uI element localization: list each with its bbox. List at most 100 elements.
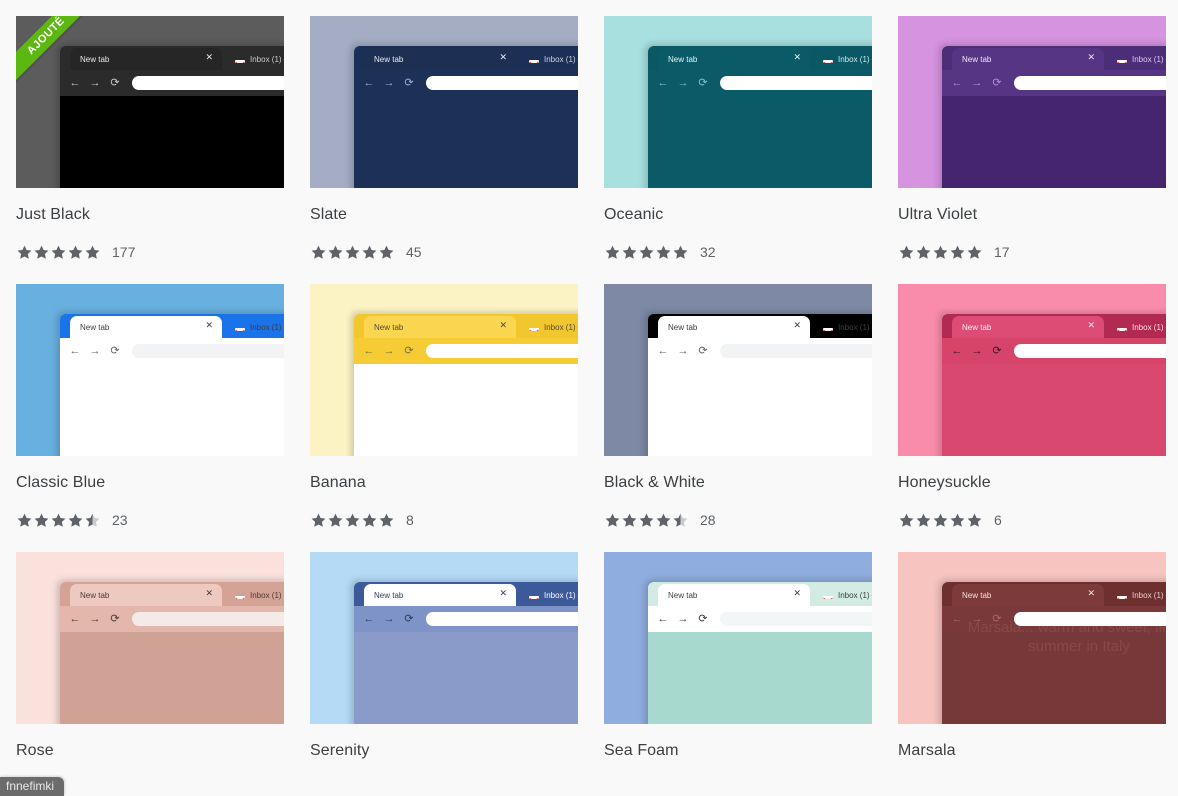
star-icon	[67, 512, 84, 528]
theme-title[interactable]: Ultra Violet	[898, 206, 1166, 224]
star-icon	[949, 512, 966, 528]
omnibox	[132, 344, 284, 358]
star-rating	[16, 244, 101, 260]
reload-icon: ⟳	[698, 345, 708, 357]
gmail-icon	[235, 591, 245, 599]
mini-browser-mock: New tab ✕ Inbox (1) – mail@g ← → ⟳	[60, 314, 284, 456]
rating-count: 177	[112, 244, 136, 260]
omnibox	[1014, 344, 1166, 358]
mini-tab-active: New tab ✕	[364, 584, 516, 606]
theme-card[interactable]: AJOUTÉNew tab✕Inbox (1) – mail@g←→⟳Rose	[16, 552, 284, 760]
mini-browser-mock: New tab ✕ Inbox (1) – mail@g ← → ⟳	[354, 314, 578, 456]
forward-icon: →	[971, 77, 983, 89]
theme-title[interactable]: Rose	[16, 742, 284, 760]
theme-title[interactable]: Oceanic	[604, 206, 872, 224]
close-icon: ✕	[499, 320, 507, 330]
theme-card[interactable]: AJOUTÉNew tab✕Inbox (1) – mail@g←→⟳Marsa…	[898, 552, 1166, 760]
mini-tab-active: New tab ✕	[658, 316, 810, 338]
mini-browser-mock: New tab ✕ Inbox (1) – mail@g ← → ⟳	[648, 46, 872, 188]
star-icon	[50, 244, 67, 260]
star-icon	[344, 512, 361, 528]
star-icon	[915, 512, 932, 528]
theme-preview[interactable]: AJOUTÉNew tab✕Inbox (1) – mail@g←→⟳	[898, 284, 1166, 456]
theme-card[interactable]: AJOUTÉNew tab✕Inbox (1) – mail@g←→⟳Honey…	[898, 284, 1166, 528]
theme-card[interactable]: AJOUTÉNew tab✕Inbox (1) – mail@g←→⟳Just …	[16, 16, 284, 260]
theme-grid: AJOUTÉNew tab✕Inbox (1) – mail@g←→⟳ Just …	[0, 0, 1178, 760]
star-icon	[84, 512, 101, 528]
star-icon	[898, 512, 915, 528]
theme-card[interactable]: AJOUTÉNew tab✕Inbox (1) – mail@g←→⟳ Class…	[16, 284, 284, 528]
theme-preview[interactable]: AJOUTÉNew tab✕Inbox (1) – mail@g←→⟳	[604, 16, 872, 188]
theme-preview[interactable]: AJOUTÉNew tab✕Inbox (1) – mail@g←→⟳	[604, 284, 872, 456]
theme-preview[interactable]: AJOUTÉNew tab✕Inbox (1) – mail@g←→⟳	[310, 16, 578, 188]
back-icon: ←	[951, 613, 963, 625]
theme-card[interactable]: AJOUTÉNew tab✕Inbox (1) – mail@g←→⟳Banan…	[310, 284, 578, 528]
mini-tab-title: New tab	[668, 590, 698, 600]
forward-icon: →	[89, 613, 101, 625]
mini-browser-mock: New tab ✕ Inbox (1) – mail@g ← → ⟳	[648, 582, 872, 724]
mini-tab2-title: Inbox (1) – mail@g	[544, 54, 578, 64]
close-icon: ✕	[205, 320, 213, 330]
mini-tab-active: New tab ✕	[70, 584, 222, 606]
theme-preview[interactable]: AJOUTÉNew tab✕Inbox (1) – mail@g←→⟳	[16, 16, 284, 188]
forward-icon: →	[677, 613, 689, 625]
mini-tab-active: New tab ✕	[952, 48, 1104, 70]
theme-title[interactable]: Marsala	[898, 742, 1166, 760]
star-icon	[33, 512, 50, 528]
theme-title[interactable]: Honeysuckle	[898, 474, 1166, 492]
theme-title[interactable]: Classic Blue	[16, 474, 284, 492]
theme-preview[interactable]: AJOUTÉNew tab✕Inbox (1) – mail@g←→⟳	[16, 552, 284, 724]
reload-icon: ⟳	[110, 345, 120, 357]
omnibox	[426, 344, 578, 358]
theme-title[interactable]: Black & White	[604, 474, 872, 492]
star-icon	[949, 244, 966, 260]
star-icon	[33, 244, 50, 260]
rating-count: 6	[994, 512, 1002, 528]
mini-tab-active: New tab ✕	[70, 48, 222, 70]
mini-tab-inactive: Inbox (1) – mail@g	[814, 48, 872, 70]
mini-browser-mock: New tab ✕ Inbox (1) – mail@g ← → ⟳	[60, 46, 284, 188]
theme-card[interactable]: AJOUTÉNew tab✕Inbox (1) – mail@g←→⟳Sea F…	[604, 552, 872, 760]
theme-preview[interactable]: AJOUTÉNew tab✕Inbox (1) – mail@g←→⟳	[310, 552, 578, 724]
theme-card[interactable]: AJOUTÉNew tab✕Inbox (1) – mail@g←→⟳ Ultra…	[898, 16, 1166, 260]
rating-row: 17	[898, 244, 1166, 260]
theme-meta: Oceanic 32	[604, 188, 872, 260]
gmail-icon	[823, 55, 833, 63]
gmail-icon	[1117, 591, 1127, 599]
back-icon: ←	[363, 613, 375, 625]
close-icon: ✕	[499, 52, 507, 62]
theme-preview[interactable]: AJOUTÉNew tab✕Inbox (1) – mail@g←→⟳	[604, 552, 872, 724]
theme-card[interactable]: AJOUTÉNew tab✕Inbox (1) – mail@g←→⟳Seren…	[310, 552, 578, 760]
mini-tab-inactive: Inbox (1) – mail@g	[226, 584, 284, 606]
theme-preview[interactable]: AJOUTÉNew tab✕Inbox (1) – mail@g←→⟳Marsa…	[898, 552, 1166, 724]
gmail-icon	[235, 55, 245, 63]
forward-icon: →	[383, 77, 395, 89]
back-icon: ←	[657, 613, 669, 625]
mini-tab2-title: Inbox (1) – mail@g	[250, 590, 284, 600]
theme-title[interactable]: Banana	[310, 474, 578, 492]
theme-card[interactable]: AJOUTÉNew tab✕Inbox (1) – mail@g←→⟳Ocean…	[604, 16, 872, 260]
theme-title[interactable]: Serenity	[310, 742, 578, 760]
gmail-icon	[1117, 323, 1127, 331]
theme-preview[interactable]: AJOUTÉNew tab✕Inbox (1) – mail@g←→⟳	[16, 284, 284, 456]
theme-card[interactable]: AJOUTÉNew tab✕Inbox (1) – mail@g←→⟳ Black…	[604, 284, 872, 528]
star-icon	[16, 512, 33, 528]
mini-tab-inactive: Inbox (1) – mail@g	[1108, 316, 1166, 338]
mini-tab2-title: Inbox (1) – mail@g	[1132, 590, 1166, 600]
mini-tab-title: New tab	[962, 590, 992, 600]
mini-tab2-title: Inbox (1) – mail@g	[250, 54, 284, 64]
star-icon	[966, 244, 983, 260]
theme-card[interactable]: AJOUTÉNew tab✕Inbox (1) – mail@g←→⟳Slate…	[310, 16, 578, 260]
theme-preview[interactable]: AJOUTÉNew tab✕Inbox (1) – mail@g←→⟳	[898, 16, 1166, 188]
theme-meta: Banana 8	[310, 456, 578, 528]
mini-tab2-title: Inbox (1) – mail@g	[838, 54, 872, 64]
mini-tab2-title: Inbox (1) – mail@g	[544, 590, 578, 600]
theme-title[interactable]: Sea Foam	[604, 742, 872, 760]
mini-tab-title: New tab	[80, 590, 110, 600]
theme-preview[interactable]: AJOUTÉNew tab✕Inbox (1) – mail@g←→⟳	[310, 284, 578, 456]
theme-title[interactable]: Just Black	[16, 206, 284, 224]
star-icon	[932, 512, 949, 528]
star-icon	[898, 244, 915, 260]
theme-title[interactable]: Slate	[310, 206, 578, 224]
close-icon: ✕	[1087, 320, 1095, 330]
